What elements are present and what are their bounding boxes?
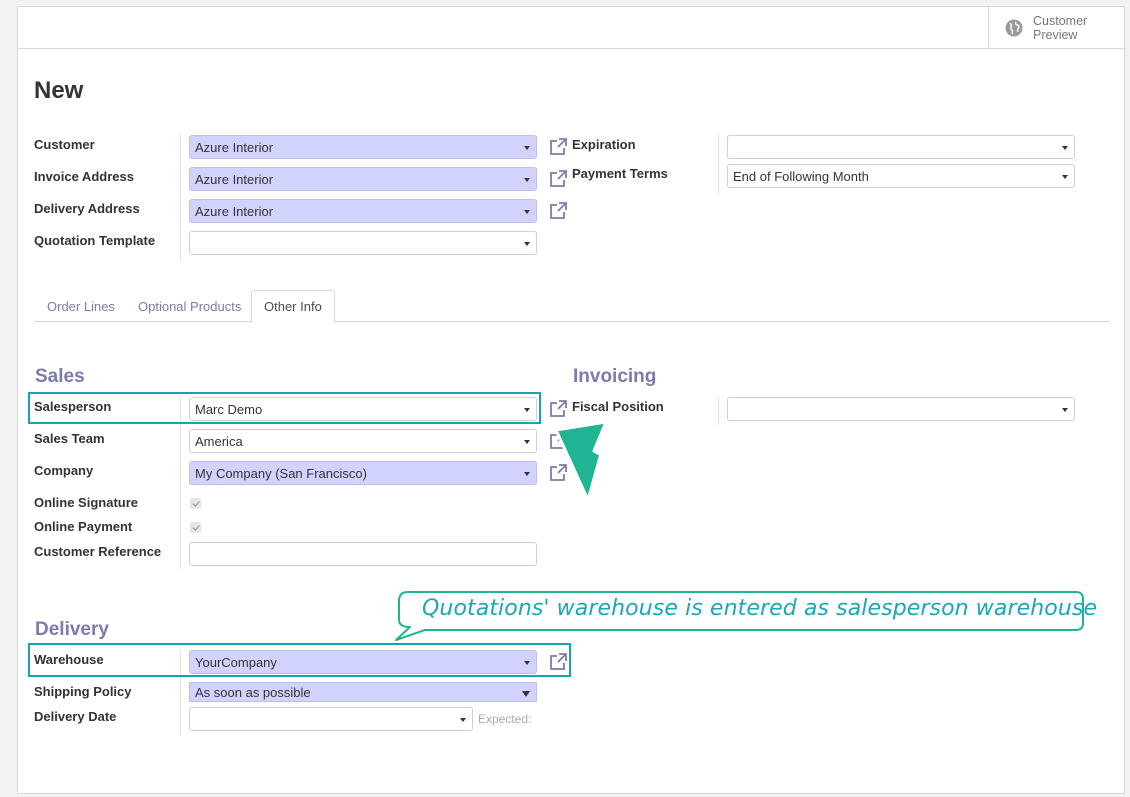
annotation-overlay: [395, 420, 1084, 641]
callout-arrow: [554, 420, 840, 580]
callout-text: Quotations' warehouse is entered as sale…: [422, 596, 1098, 621]
